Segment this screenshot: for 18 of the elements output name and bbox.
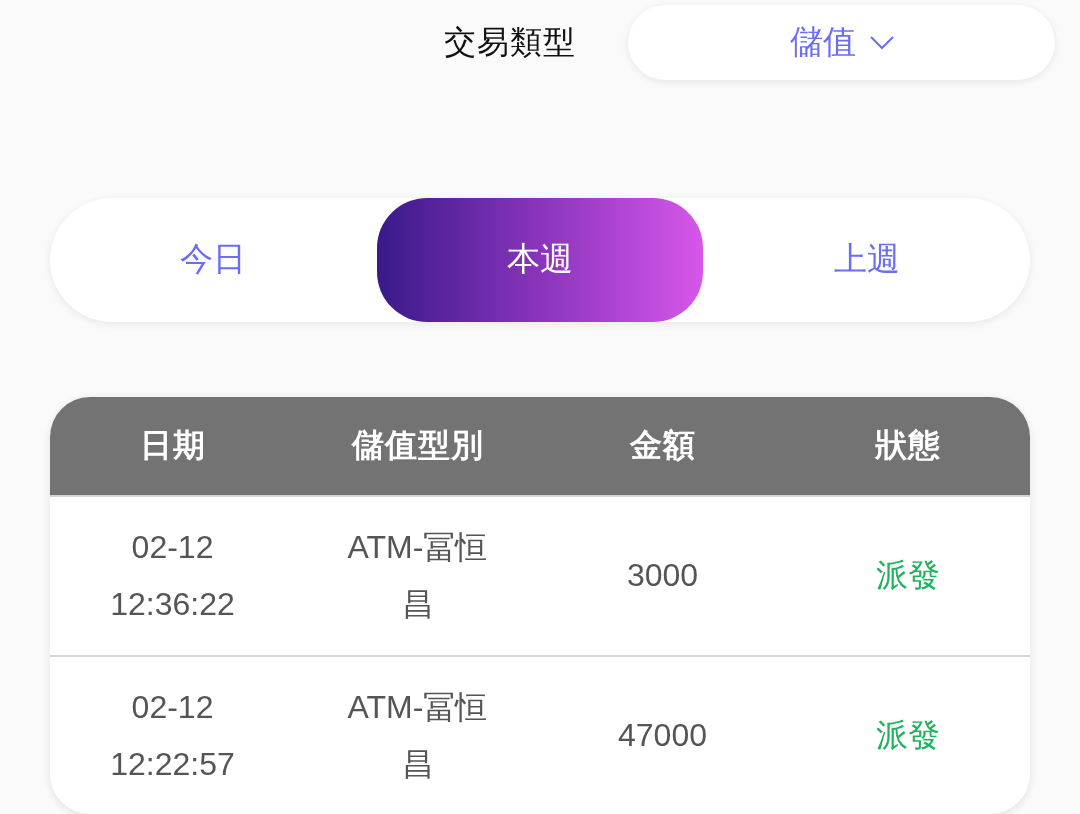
table-cell-text: 02-12 12:36:22 [109,527,236,624]
type-dropdown[interactable]: 儲值 [628,5,1055,80]
column-header: 狀態 [874,425,941,465]
period-tab[interactable]: 今日 [50,198,377,322]
table-cell-text: 3000 [626,556,699,596]
period-tab[interactable]: 本週 [376,198,704,322]
filter-label: 交易類型 [444,22,576,62]
status-text: 派發 [875,556,940,596]
table-cell-text: ATM-冨恒昌 [346,687,489,784]
column-header: 金額 [629,425,696,465]
table-cell-text: 02-12 12:22:57 [109,687,236,784]
column-header: 日期 [139,425,206,465]
table-cell-text: ATM-冨恒昌 [346,527,489,624]
table-cell-text: 47000 [618,716,707,756]
column-header: 儲值型別 [351,425,484,465]
period-tab[interactable]: 上週 [703,198,1030,322]
chevron-down-icon [869,35,894,50]
status-text: 派發 [875,716,940,756]
